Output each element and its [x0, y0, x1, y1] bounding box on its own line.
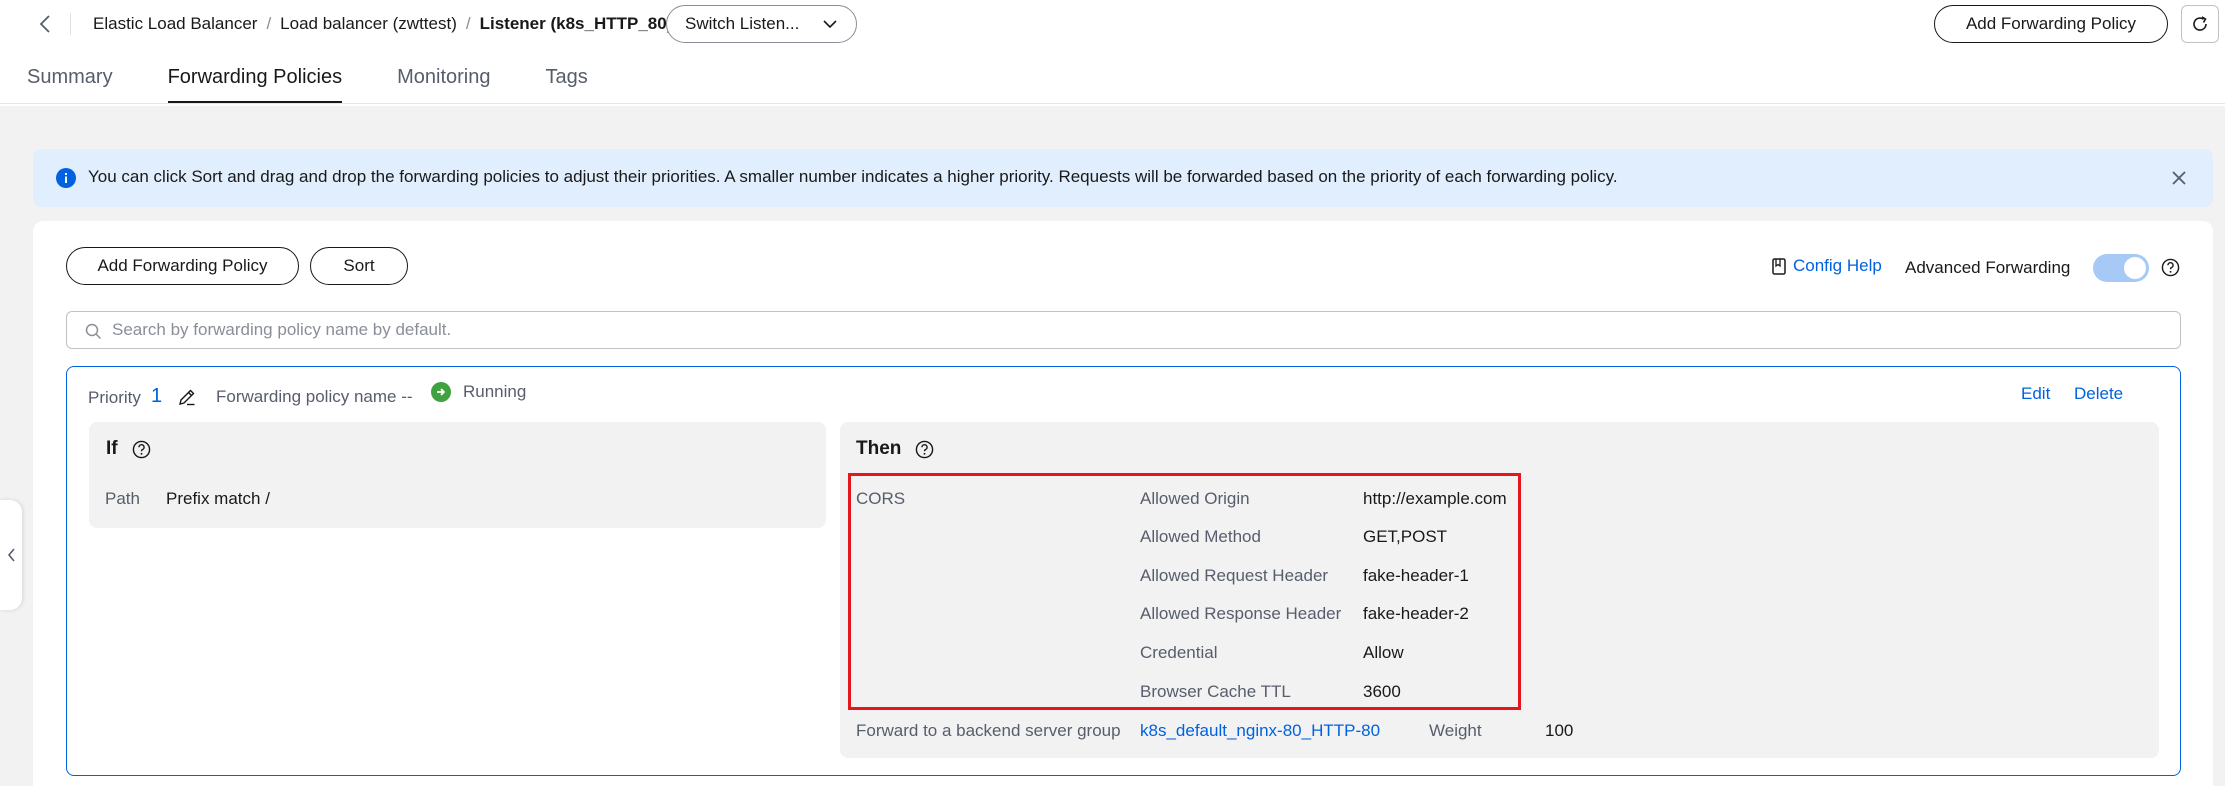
cors-value: fake-header-1 — [1363, 566, 1469, 585]
header-add-forwarding-policy-button[interactable]: Add Forwarding Policy — [1934, 5, 2168, 43]
then-action-box: Then CORS Allowed Origin http://example.… — [840, 422, 2159, 758]
cors-label: CORS — [856, 489, 906, 508]
path-label: Path — [105, 489, 140, 508]
advanced-forwarding-label: Advanced Forwarding — [1905, 258, 2071, 277]
chevron-left-icon — [39, 15, 50, 33]
cors-key: Browser Cache TTL — [1140, 682, 1291, 701]
advanced-forwarding-toggle[interactable] — [2093, 254, 2149, 282]
edit-priority-button[interactable] — [174, 384, 200, 410]
help-icon[interactable] — [132, 440, 151, 459]
banner-close-button[interactable] — [2167, 166, 2191, 190]
weight-label: Weight — [1429, 721, 1482, 740]
edit-policy-link[interactable]: Edit — [2021, 384, 2050, 404]
toggle-knob — [2124, 257, 2146, 279]
config-help-link[interactable]: Config Help — [1772, 256, 1882, 276]
tab-forwarding-policies[interactable]: Forwarding Policies — [167, 60, 342, 104]
priority-value: 1 — [151, 385, 163, 407]
forwarding-policy-card: Priority 1 Forwarding policy name -- Run… — [66, 366, 2181, 776]
cors-value: GET,POST — [1363, 527, 1448, 546]
tab-tags[interactable]: Tags — [545, 60, 587, 104]
delete-policy-link[interactable]: Delete — [2074, 384, 2123, 404]
pencil-icon — [179, 389, 195, 406]
switch-listener-label: Switch Listen... — [685, 14, 800, 33]
tab-monitoring[interactable]: Monitoring — [397, 60, 490, 104]
refresh-icon — [2193, 16, 2207, 31]
back-button[interactable] — [30, 10, 60, 38]
policy-name: Forwarding policy name -- — [216, 387, 413, 406]
forward-label: Forward to a backend server group — [856, 721, 1121, 740]
close-icon — [2172, 171, 2186, 185]
tabs-divider — [0, 103, 2225, 104]
sort-button[interactable]: Sort — [310, 247, 408, 285]
then-title: Then — [856, 438, 934, 460]
add-forwarding-policy-label: Add Forwarding Policy — [97, 256, 268, 275]
if-title-text: If — [106, 438, 118, 459]
running-icon — [431, 382, 451, 402]
cors-key: Allowed Request Header — [1140, 566, 1329, 585]
status-badge: Running — [431, 382, 526, 402]
sort-label: Sort — [343, 256, 375, 275]
book-icon — [1772, 257, 1786, 275]
chevron-left-icon — [7, 548, 15, 562]
chevron-down-icon — [823, 20, 837, 29]
search-input[interactable] — [112, 312, 2162, 348]
cors-key: Allowed Response Header — [1140, 604, 1342, 623]
header-add-forwarding-policy-label: Add Forwarding Policy — [1965, 14, 2137, 33]
info-banner: You can click Sort and drag and drop the… — [33, 149, 2213, 207]
weight-value: 100 — [1545, 721, 1574, 740]
cors-value: 3600 — [1363, 682, 1401, 701]
tab-summary[interactable]: Summary — [27, 60, 113, 104]
policies-card: Add Forwarding Policy Sort Config Help A… — [33, 221, 2213, 786]
cors-value: fake-header-2 — [1363, 604, 1469, 623]
path-value: Prefix match / — [166, 489, 270, 508]
info-icon — [56, 168, 76, 188]
cors-key: Allowed Origin — [1140, 489, 1250, 508]
add-forwarding-policy-button[interactable]: Add Forwarding Policy — [66, 247, 299, 285]
switch-listener-dropdown[interactable]: Switch Listen... — [666, 5, 857, 43]
cors-key: Credential — [1140, 643, 1218, 662]
breadcrumb-separator: / — [266, 14, 272, 33]
refresh-button[interactable] — [2181, 5, 2219, 43]
if-condition-box: If Path Prefix match / — [89, 422, 826, 528]
if-title: If — [106, 438, 151, 460]
backend-server-group-link[interactable]: k8s_default_nginx-80_HTTP-80 — [1140, 721, 1380, 741]
side-panel-toggle[interactable] — [0, 500, 22, 610]
top-bar: Elastic Load Balancer / Load balancer (z… — [0, 0, 2225, 106]
divider — [70, 13, 71, 35]
status-text: Running — [463, 382, 527, 401]
help-icon[interactable] — [915, 440, 934, 459]
then-title-text: Then — [856, 438, 902, 459]
cors-value: Allow — [1363, 643, 1404, 662]
cors-value: http://example.com — [1363, 489, 1507, 508]
tab-bar: Summary Forwarding Policies Monitoring T… — [27, 60, 643, 104]
breadcrumb-elb[interactable]: Elastic Load Balancer — [93, 14, 257, 34]
help-icon[interactable] — [2161, 258, 2180, 277]
breadcrumb: Elastic Load Balancer / Load balancer (z… — [93, 12, 672, 36]
breadcrumb-listener: Listener (k8s_HTTP_80) — [479, 14, 673, 33]
search-box — [66, 311, 2181, 349]
search-icon — [85, 323, 102, 340]
cors-key: Allowed Method — [1140, 527, 1261, 546]
breadcrumb-load-balancer[interactable]: Load balancer (zwttest) — [280, 14, 457, 34]
breadcrumb-separator: / — [465, 14, 471, 33]
config-help-label: Config Help — [1793, 256, 1882, 275]
priority-label: Priority — [88, 388, 141, 407]
banner-text: You can click Sort and drag and drop the… — [88, 167, 1618, 186]
